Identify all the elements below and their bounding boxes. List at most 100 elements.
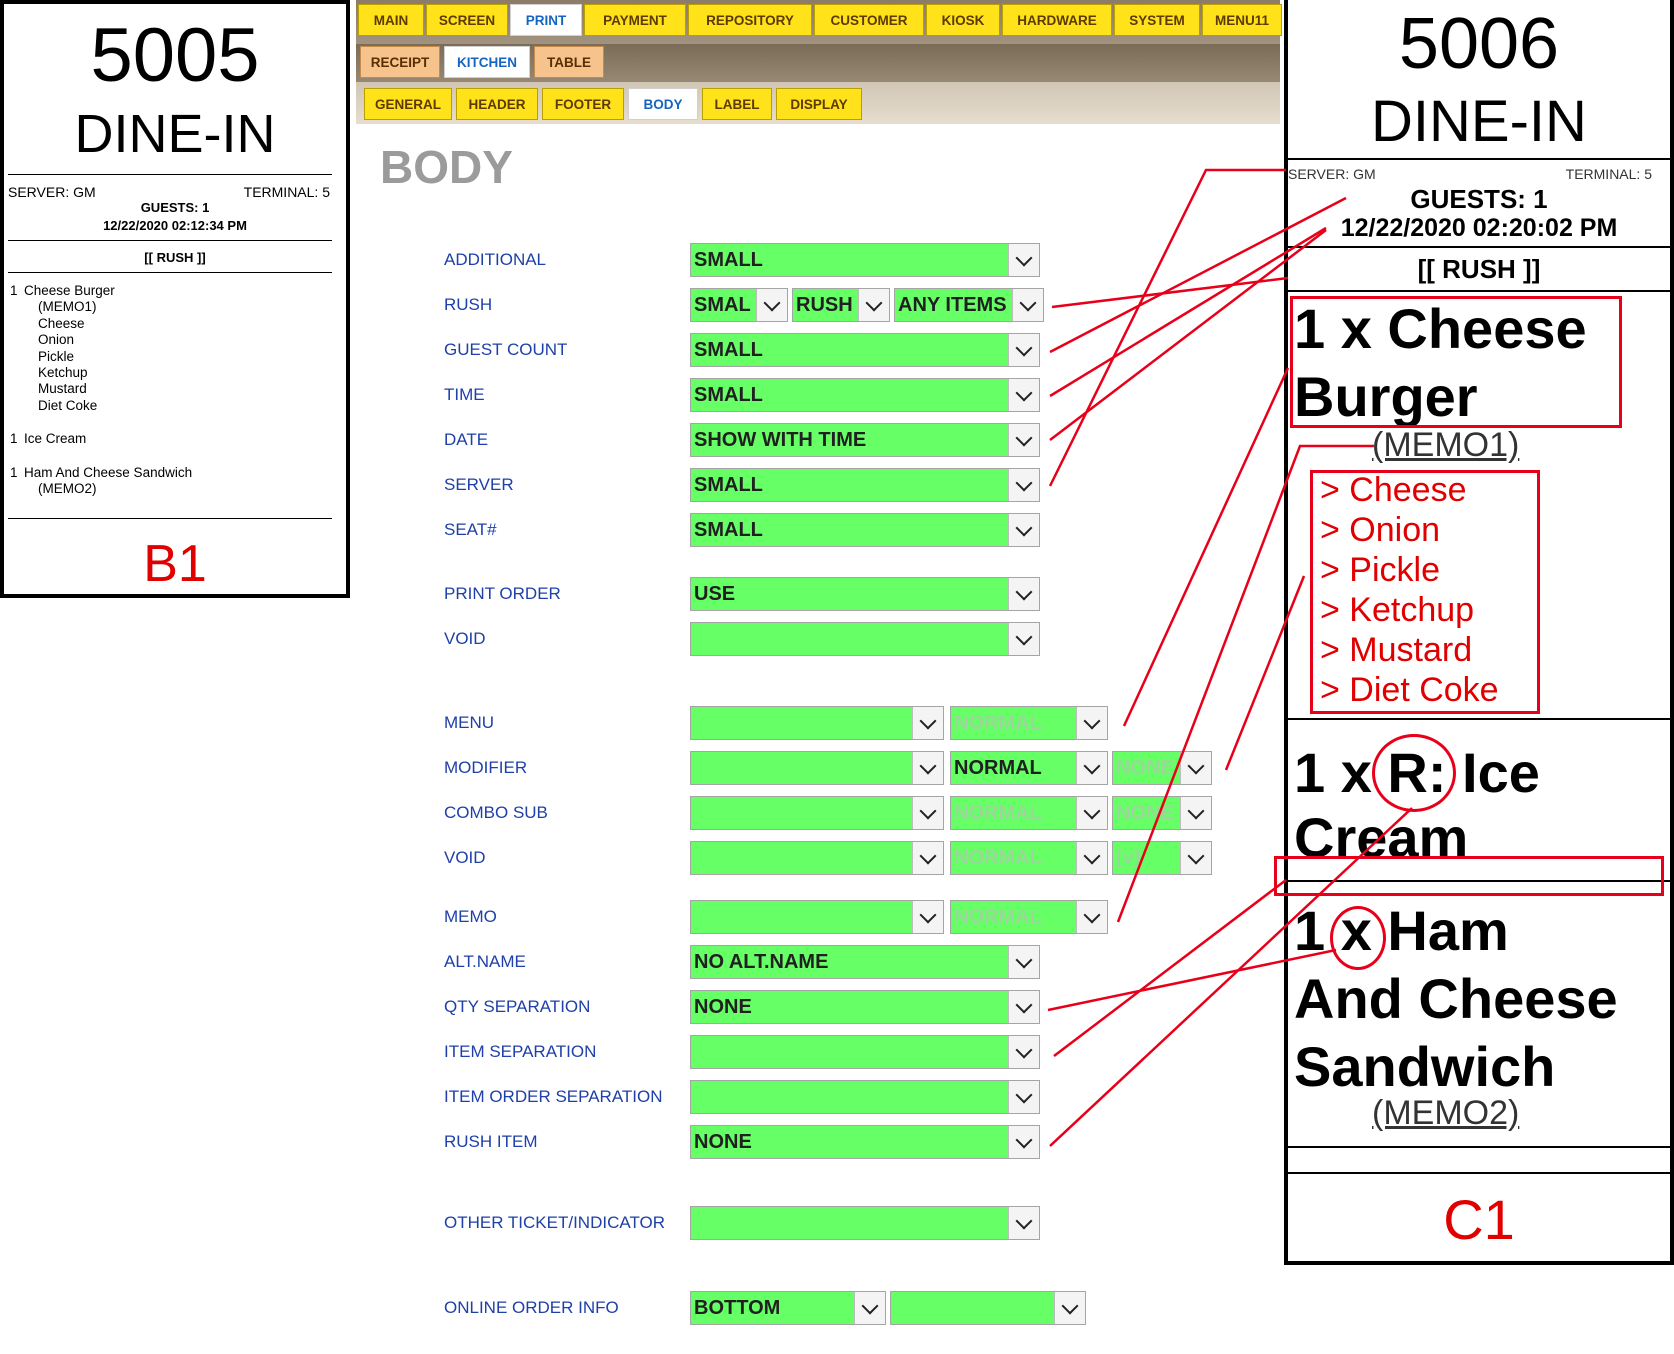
tab-customer[interactable]: CUSTOMER bbox=[814, 4, 924, 36]
tab-system[interactable]: SYSTEM bbox=[1114, 4, 1200, 36]
chevron-down-icon bbox=[1008, 244, 1039, 276]
chevron-down-icon bbox=[1076, 752, 1107, 784]
chevron-down-icon bbox=[1076, 797, 1107, 829]
chevron-down-icon bbox=[1008, 424, 1039, 456]
order-number: 5006 bbox=[1398, 4, 1560, 84]
item-line: And Cheese bbox=[1294, 967, 1618, 1030]
tab-menu11[interactable]: MENU11 bbox=[1202, 4, 1282, 36]
time-select[interactable]: SMALL bbox=[690, 378, 1040, 412]
label-modifier: MODIFIER bbox=[444, 758, 528, 777]
tab-kitchen[interactable]: KITCHEN bbox=[444, 46, 530, 78]
memo-select[interactable] bbox=[690, 900, 944, 934]
modifier-prefix-select[interactable]: NONE bbox=[1112, 751, 1212, 785]
ticket-line: Ham And Cheese Sandwich bbox=[24, 465, 193, 480]
chevron-down-icon bbox=[1076, 901, 1107, 933]
order-type: DINE-IN bbox=[1371, 89, 1587, 154]
online-order-info-select[interactable]: BOTTOM bbox=[690, 1291, 886, 1325]
divider bbox=[8, 518, 332, 519]
tab-general[interactable]: GENERAL bbox=[364, 88, 452, 120]
chevron-down-icon bbox=[1008, 1207, 1039, 1239]
datetime-text: 12/22/2020 02:20:02 PM bbox=[1340, 214, 1618, 242]
item-order-separation-select[interactable] bbox=[690, 1080, 1040, 1114]
qty-separation-select[interactable]: NONE bbox=[690, 990, 1040, 1024]
label-server: SERVER bbox=[444, 475, 514, 494]
item-separation-select[interactable] bbox=[690, 1035, 1040, 1069]
guests-text: GUESTS: 1 bbox=[140, 200, 210, 215]
tab-footer[interactable]: FOOTER bbox=[542, 88, 624, 120]
tab-display[interactable]: DISPLAY bbox=[776, 88, 862, 120]
receipt-tag: C1 bbox=[1443, 1188, 1515, 1251]
ticket-line: 1 bbox=[10, 283, 18, 298]
modifier-select[interactable] bbox=[690, 751, 944, 785]
label-rush-item: RUSH ITEM bbox=[444, 1132, 538, 1151]
chevron-down-icon bbox=[1008, 1126, 1039, 1158]
chevron-down-icon bbox=[756, 289, 787, 321]
print-order-select[interactable]: USE bbox=[690, 577, 1040, 611]
item-line: 1 x Ham bbox=[1294, 899, 1509, 962]
annotation-circle-qty bbox=[1330, 906, 1386, 970]
tab-table[interactable]: TABLE bbox=[534, 46, 604, 78]
guest-count-select[interactable]: SMALL bbox=[690, 333, 1040, 367]
tab-header[interactable]: HEADER bbox=[456, 88, 538, 120]
date-select[interactable]: SHOW WITH TIME bbox=[690, 423, 1040, 457]
memo-style-select[interactable]: NORMAL bbox=[950, 900, 1108, 934]
combo-sub-prefix-select[interactable]: NONE bbox=[1112, 796, 1212, 830]
tab-hardware[interactable]: HARDWARE bbox=[1002, 4, 1112, 36]
tab-payment[interactable]: PAYMENT bbox=[584, 4, 686, 36]
divider bbox=[8, 240, 332, 241]
combo-sub-style-select[interactable]: NORMAL bbox=[950, 796, 1108, 830]
void-item-select[interactable] bbox=[690, 841, 944, 875]
label-time: TIME bbox=[444, 385, 485, 404]
chevron-down-icon bbox=[1180, 842, 1211, 874]
tab-kiosk[interactable]: KIOSK bbox=[926, 4, 1000, 36]
chevron-down-icon bbox=[1180, 752, 1211, 784]
label-guest-count: GUEST COUNT bbox=[444, 340, 568, 359]
additional-select[interactable]: SMALL bbox=[690, 243, 1040, 277]
tab-label[interactable]: LABEL bbox=[702, 88, 772, 120]
memo-text: (MEMO2) bbox=[1372, 1094, 1520, 1132]
label-void: VOID bbox=[444, 629, 486, 648]
datetime-text: 12/22/2020 02:12:34 PM bbox=[103, 218, 247, 233]
tab-main[interactable]: MAIN bbox=[358, 4, 424, 36]
rush-text-select[interactable]: RUSH bbox=[792, 288, 890, 322]
tab-receipt[interactable]: RECEIPT bbox=[360, 46, 440, 78]
chevron-down-icon bbox=[1008, 946, 1039, 978]
void-item-style-select[interactable]: NORMAL bbox=[950, 841, 1108, 875]
other-ticket-select[interactable] bbox=[690, 1206, 1040, 1240]
server-text: SERVER: GM bbox=[8, 184, 96, 200]
void-select[interactable] bbox=[690, 622, 1040, 656]
chevron-down-icon bbox=[1008, 623, 1039, 655]
tab-body[interactable]: BODY bbox=[628, 88, 698, 120]
online-order-info-extra-select[interactable] bbox=[890, 1291, 1086, 1325]
divider bbox=[8, 272, 332, 273]
modifier-style-select[interactable]: NORMAL bbox=[950, 751, 1108, 785]
label-print-order: PRINT ORDER bbox=[444, 584, 561, 603]
divider bbox=[1288, 1146, 1670, 1148]
annotation-box-modifiers bbox=[1310, 470, 1540, 714]
label-additional: ADDITIONAL bbox=[444, 250, 547, 269]
label-rush: RUSH bbox=[444, 295, 493, 314]
menu-select[interactable] bbox=[690, 706, 944, 740]
tab-print[interactable]: PRINT bbox=[510, 4, 582, 36]
chevron-down-icon bbox=[1008, 514, 1039, 546]
ticket-line: Cheese Burger bbox=[24, 283, 115, 298]
ticket-line: Mustard bbox=[38, 381, 87, 396]
divider bbox=[1288, 290, 1670, 292]
seat-select[interactable]: SMALL bbox=[690, 513, 1040, 547]
rush-item-select[interactable]: NONE bbox=[690, 1125, 1040, 1159]
ticket-line: 1 bbox=[10, 465, 18, 480]
server-select[interactable]: SMALL bbox=[690, 468, 1040, 502]
annotation-box-item bbox=[1290, 296, 1622, 428]
tab-screen[interactable]: SCREEN bbox=[426, 4, 508, 36]
alt-name-select[interactable]: NO ALT.NAME bbox=[690, 945, 1040, 979]
server-text: SERVER: GM bbox=[1288, 166, 1376, 182]
menu-style-select[interactable]: NORMAL bbox=[950, 706, 1108, 740]
rush-size-select[interactable]: SMAL bbox=[690, 288, 788, 322]
chevron-down-icon bbox=[854, 1292, 885, 1324]
rush-scope-select[interactable]: ANY ITEMS bbox=[894, 288, 1044, 322]
chevron-down-icon bbox=[1008, 1081, 1039, 1113]
tab-repository[interactable]: REPOSITORY bbox=[688, 4, 812, 36]
void-item-prefix-select[interactable]: [v] bbox=[1112, 841, 1212, 875]
combo-sub-select[interactable] bbox=[690, 796, 944, 830]
chevron-down-icon bbox=[1008, 1036, 1039, 1068]
